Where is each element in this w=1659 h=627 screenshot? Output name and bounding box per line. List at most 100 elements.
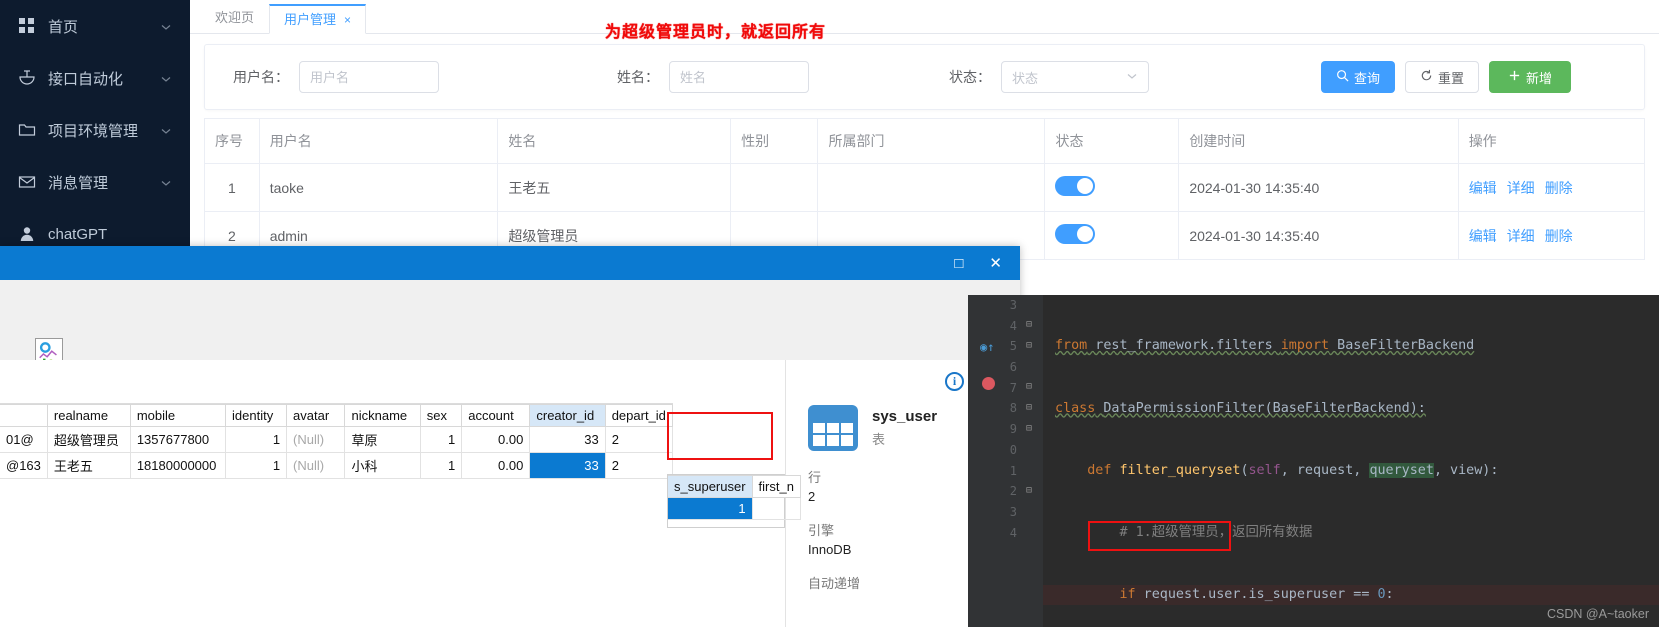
line-number: 1 [1009, 463, 1017, 478]
db-header-row: realname mobile identity avatar nickname… [0, 404, 673, 427]
editor-gutter[interactable]: 3 4 5 6 7 8 9 0 1 2 3 4 ◉↑ ⊟ ⊟ ⊟ ⊟ ⊟ ⊟ [968, 295, 1043, 627]
db-col-sex[interactable]: sex [420, 404, 463, 427]
user-icon [18, 225, 36, 243]
table-icon [808, 405, 858, 451]
fold-icon[interactable]: ⊟ [1026, 485, 1032, 496]
db-grid-toolbar-spacer [0, 360, 673, 404]
detail-link[interactable]: 详细 [1507, 180, 1535, 196]
delete-link[interactable]: 删除 [1545, 228, 1573, 244]
db-cell-identity: 1 [225, 426, 288, 453]
chevron-down-icon [1126, 70, 1138, 85]
code-line: def filter_queryset(self, request, query… [1087, 462, 1499, 478]
plus-icon [1508, 69, 1521, 85]
db-data-table: realname mobile identity avatar nickname… [0, 404, 673, 479]
db-cell-nickname: 草原 [344, 426, 421, 453]
db-float-row[interactable]: 1 [668, 497, 801, 520]
tab-user-management[interactable]: 用户管理 × [269, 4, 367, 34]
edit-link[interactable]: 编辑 [1469, 228, 1497, 244]
search-button[interactable]: 查询 [1321, 61, 1396, 93]
info-icon[interactable]: i [945, 372, 964, 391]
detail-link[interactable]: 详细 [1507, 228, 1535, 244]
chevron-down-icon [160, 124, 172, 136]
cell-index: 1 [204, 163, 260, 212]
sidebar-item-message[interactable]: 消息管理 [0, 156, 190, 208]
edit-link[interactable]: 编辑 [1469, 180, 1497, 196]
db-float-header-row: s_superuser first_n [668, 475, 801, 498]
db-col-depart-id[interactable]: depart_id [605, 404, 673, 427]
sidebar-item-label: 首页 [48, 18, 79, 36]
db-cell-realname: 超级管理员 [47, 426, 131, 453]
db-toolbar: 图表 [0, 280, 1020, 392]
tab-welcome[interactable]: 欢迎页 [200, 3, 270, 33]
cell-created: 2024-01-30 14:35:40 [1178, 211, 1459, 260]
add-button[interactable]: 新增 [1489, 61, 1572, 93]
db-cell-mobile: 18180000000 [130, 452, 227, 479]
db-cell-depart-id: 2 [605, 452, 673, 479]
status-label: 状态： [949, 69, 991, 85]
fold-icon[interactable]: ⊟ [1026, 423, 1032, 434]
db-cell-realname: 王老五 [47, 452, 131, 479]
db-cell-s-superuser[interactable]: 1 [668, 497, 753, 520]
sidebar-item-home[interactable]: 首页 [0, 0, 190, 52]
db-cell-creator-id[interactable]: 33 [529, 452, 606, 479]
realname-label: 姓名： [617, 69, 659, 85]
db-window-titlebar[interactable]: □ ✕ [0, 246, 1020, 280]
col-sex: 性别 [730, 118, 819, 164]
watermark-text: CSDN @A~taoker [1547, 607, 1649, 621]
cell-username: taoke [259, 163, 499, 212]
col-actions: 操作 [1458, 118, 1646, 164]
db-col-mobile[interactable]: mobile [130, 404, 227, 427]
cell-sex [730, 163, 819, 212]
db-cell-account: 0.00 [461, 452, 531, 479]
db-result-grid: realname mobile identity avatar nickname… [0, 360, 673, 627]
db-superuser-column: s_superuser first_n 1 [667, 474, 801, 528]
fold-icon[interactable]: ⊟ [1026, 381, 1032, 392]
chevron-down-icon [160, 20, 172, 32]
db-col-nickname[interactable]: nickname [344, 404, 421, 427]
search-icon [1336, 69, 1349, 85]
sidebar-item-api-automation[interactable]: 接口自动化 [0, 52, 190, 104]
db-col-creator-id[interactable]: creator_id [529, 404, 606, 427]
tab-label: 用户管理 [284, 12, 337, 27]
grid-icon [18, 17, 36, 35]
db-cell-first-n [752, 497, 801, 520]
db-col-avatar[interactable]: avatar [286, 404, 346, 427]
realname-input[interactable] [669, 61, 809, 93]
table-row[interactable]: 1 taoke 王老五 2024-01-30 14:35:40 编辑 详细 删除 [204, 163, 1646, 212]
db-col-account[interactable]: account [461, 404, 531, 427]
line-number: 0 [1009, 442, 1017, 457]
code-text[interactable]: from rest_framework.filters import BaseF… [1043, 295, 1659, 627]
db-col-first-n[interactable]: first_n [752, 475, 801, 498]
db-col-identity[interactable]: identity [225, 404, 288, 427]
search-input[interactable] [299, 61, 439, 93]
db-table-row[interactable]: 01@ 超级管理员 1357677800 1 (Null) 草原 1 0.00 … [0, 426, 673, 453]
sidebar-item-project-env[interactable]: 项目环境管理 [0, 104, 190, 156]
line-number: 6 [1009, 360, 1017, 375]
status-select[interactable]: 状态 [1001, 61, 1149, 93]
code-line: # 1.超级管理员，返回所有数据 [1119, 524, 1313, 540]
chevron-down-icon [160, 176, 172, 188]
code-editor-window: 3 4 5 6 7 8 9 0 1 2 3 4 ◉↑ ⊟ ⊟ ⊟ ⊟ ⊟ ⊟ f… [968, 295, 1659, 627]
reset-button[interactable]: 重置 [1405, 61, 1480, 93]
reset-button-label: 重置 [1438, 70, 1465, 86]
tab-close-icon[interactable]: × [344, 13, 351, 27]
status-toggle[interactable] [1055, 224, 1096, 244]
refresh-icon [1420, 69, 1433, 85]
maximize-icon[interactable]: □ [954, 256, 963, 271]
folder-icon [18, 121, 36, 139]
sidebar-item-label: 项目环境管理 [48, 122, 139, 140]
sidebar-item-label: 消息管理 [48, 174, 109, 192]
fold-icon[interactable]: ⊟ [1026, 319, 1032, 330]
fold-icon[interactable]: ⊟ [1026, 340, 1032, 351]
delete-link[interactable]: 删除 [1545, 180, 1573, 196]
flask-icon [18, 69, 36, 87]
close-icon[interactable]: ✕ [989, 256, 1002, 271]
breakpoint-icon[interactable] [982, 377, 995, 390]
db-col-s-superuser[interactable]: s_superuser [668, 475, 753, 498]
db-table-row[interactable]: @163 王老五 18180000000 1 (Null) 小科 1 0.00 … [0, 452, 673, 479]
fold-icon[interactable]: ⊟ [1026, 402, 1032, 413]
db-col-realname[interactable]: realname [47, 404, 131, 427]
status-toggle[interactable] [1055, 176, 1096, 196]
run-gutter-icon[interactable]: ◉↑ [980, 340, 994, 354]
col-department: 所属部门 [817, 118, 1046, 164]
